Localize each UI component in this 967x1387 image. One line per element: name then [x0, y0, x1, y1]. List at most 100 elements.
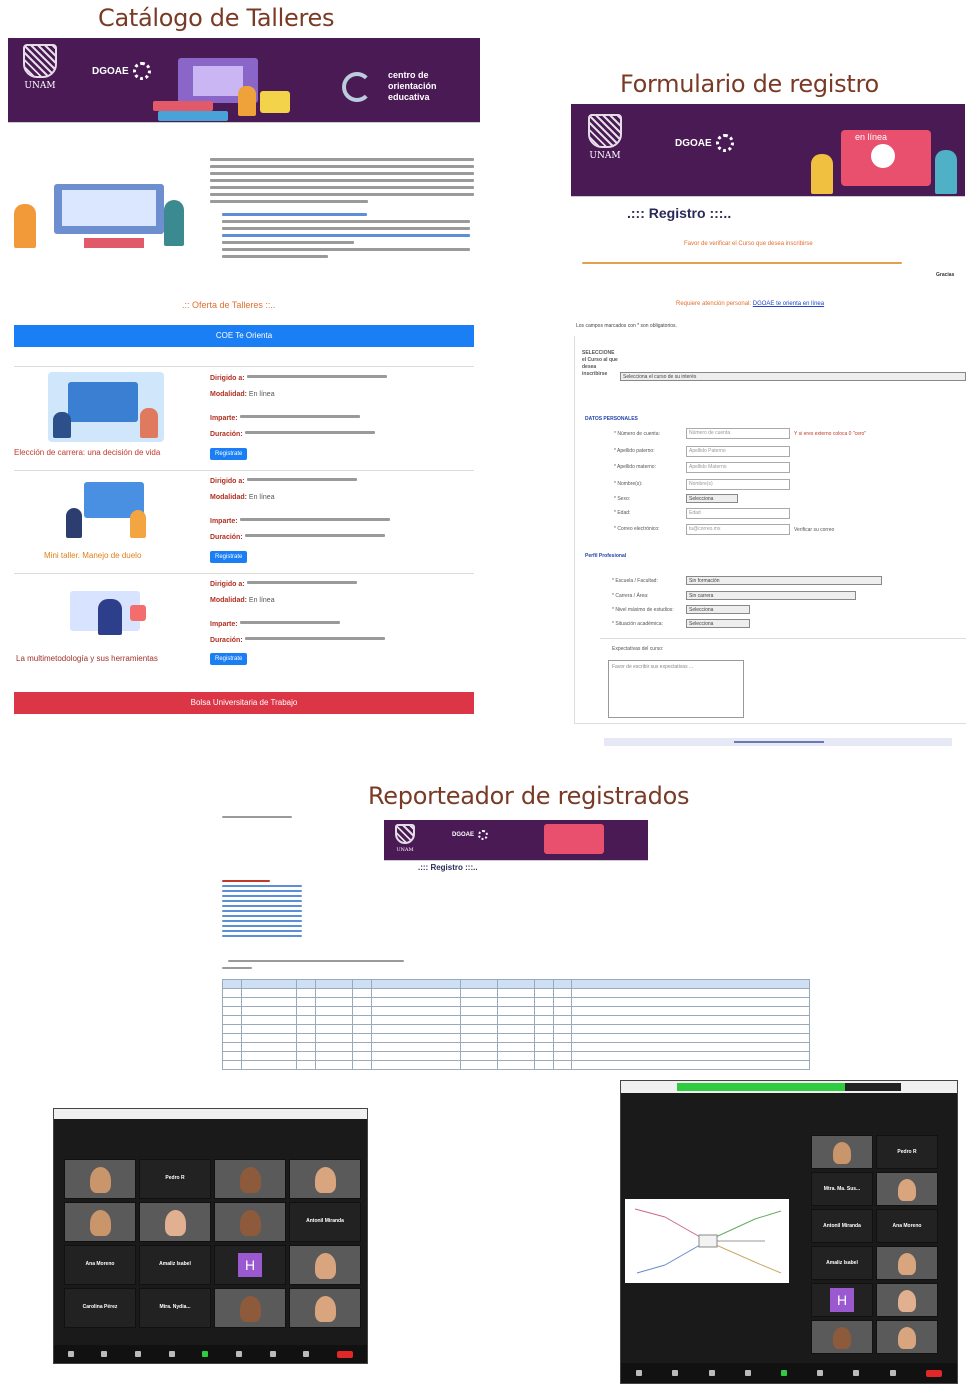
reactions-icon[interactable]: [269, 1351, 276, 1357]
avatar: H: [830, 1288, 854, 1312]
participant-tile[interactable]: [876, 1246, 938, 1280]
participant-tile[interactable]: [876, 1320, 938, 1354]
participant-tile[interactable]: [289, 1159, 361, 1199]
participant-tile[interactable]: Carolina Pérez: [64, 1288, 136, 1328]
register-button-1[interactable]: Registrate: [210, 448, 248, 460]
situation-select[interactable]: Selecciona: [686, 619, 750, 628]
participant-tile[interactable]: H: [214, 1245, 286, 1285]
attention-link[interactable]: DGOAE te orienta en línea: [753, 301, 824, 307]
coe-te-orienta-button[interactable]: COE Te Orienta: [14, 325, 474, 347]
dgoae-logo: DGOAE: [92, 62, 151, 80]
career-select[interactable]: Sin carrera: [686, 591, 856, 600]
level-label: * Nivel máximo de estudios:: [612, 607, 674, 613]
maternal-input[interactable]: Apellido Materno: [686, 462, 790, 473]
video-icon[interactable]: [672, 1370, 679, 1376]
end-call-button[interactable]: [925, 1369, 942, 1377]
chat-icon[interactable]: [168, 1351, 175, 1357]
participant-tile[interactable]: [811, 1320, 873, 1354]
participant-video: [89, 1209, 111, 1237]
gear-icon: [478, 830, 489, 840]
participant-tile[interactable]: Amaliz Isabel: [139, 1245, 211, 1285]
participant-video: [898, 1252, 916, 1276]
participant-tile[interactable]: Antonil Miranda: [289, 1202, 361, 1242]
school-select[interactable]: Sin formación: [686, 576, 882, 585]
workshop-caption-2[interactable]: Mini taller. Manejo de duelo: [44, 551, 141, 560]
participant-name: Ana Moreno: [85, 1261, 115, 1268]
participant-tile[interactable]: Ana Moreno: [876, 1209, 938, 1243]
email-input[interactable]: tu@correo.mx: [686, 524, 790, 535]
participants-icon[interactable]: [135, 1351, 142, 1357]
register-button-2[interactable]: Registrate: [210, 551, 248, 563]
table-header-row: [222, 979, 810, 989]
participants-icon[interactable]: [708, 1370, 715, 1376]
participant-tile[interactable]: [214, 1288, 286, 1328]
stop-share-badge[interactable]: [845, 1083, 901, 1091]
report-banner: UNAM DGOAE .::: Registro :::..: [384, 820, 648, 876]
participant-tile[interactable]: [214, 1202, 286, 1242]
reactions-icon[interactable]: [853, 1370, 860, 1376]
separator: [14, 470, 474, 471]
participant-tile[interactable]: Pedro R: [139, 1159, 211, 1199]
record-icon[interactable]: [817, 1370, 824, 1376]
register-button-3[interactable]: Registrate: [210, 653, 248, 665]
video-call-left: Pedro R Antonil Miranda Ana Moreno Amaliz I…: [53, 1108, 368, 1364]
workshop-caption-3[interactable]: La multimetodología y sus herramientas: [16, 654, 158, 663]
mute-icon[interactable]: [636, 1370, 643, 1376]
participant-tile[interactable]: [811, 1135, 873, 1169]
call-toolbar: [54, 1345, 367, 1363]
workshop-caption-1[interactable]: Elección de carrera: una decisión de vid…: [14, 448, 160, 457]
participant-tile[interactable]: Ana Moreno: [64, 1245, 136, 1285]
participant-tile[interactable]: [289, 1245, 361, 1285]
sex-select[interactable]: Selecciona: [686, 494, 738, 503]
participant-tile[interactable]: H: [811, 1283, 873, 1317]
career-illustration: [48, 372, 164, 442]
participant-tile[interactable]: [289, 1288, 361, 1328]
participant-tile[interactable]: Pedro R: [876, 1135, 938, 1169]
participant-tile[interactable]: [214, 1159, 286, 1199]
share-screen-icon[interactable]: [202, 1351, 209, 1357]
participant-tile[interactable]: [876, 1172, 938, 1206]
maternal-label: * Apellido materno:: [614, 464, 656, 470]
name-input[interactable]: Nombre(s): [686, 479, 790, 490]
age-input[interactable]: Edad: [686, 508, 790, 519]
apps-icon[interactable]: [889, 1370, 896, 1376]
separator: [14, 366, 474, 367]
mute-icon[interactable]: [67, 1351, 74, 1357]
account-input[interactable]: Número de cuenta: [686, 428, 790, 439]
workshop-details-2: Dirigido a: Modalidad: En línea Imparte:…: [210, 477, 470, 549]
intro-text: [210, 158, 474, 262]
paternal-input[interactable]: Apellido Paterno: [686, 446, 790, 457]
school-label: * Escuela / Facultad:: [612, 578, 658, 584]
situation-label: * Situación académica:: [612, 621, 663, 627]
course-select[interactable]: Selecciona el curso de su interés: [620, 372, 966, 381]
participant-name: Antonil Miranda: [306, 1218, 344, 1225]
participant-tile[interactable]: Amaliz Isabel: [811, 1246, 873, 1280]
record-icon[interactable]: [236, 1351, 243, 1357]
participant-tile[interactable]: [64, 1202, 136, 1242]
participant-name: Amaliz Isabel: [159, 1261, 191, 1268]
participant-tile[interactable]: [64, 1159, 136, 1199]
share-screen-icon[interactable]: [780, 1370, 787, 1376]
dgoae-logo: DGOAE: [675, 134, 734, 152]
table-row: [222, 988, 810, 998]
participant-name: Amaliz Isabel: [826, 1259, 858, 1266]
participant-tile[interactable]: [139, 1202, 211, 1242]
required-note: Los campos marcados con * son obligatori…: [576, 323, 677, 329]
participant-tile[interactable]: Mtra. Ma. Sus...: [811, 1172, 873, 1206]
participant-tile[interactable]: Mtra. Nydia...: [139, 1288, 211, 1328]
level-select[interactable]: Selecciona: [686, 605, 750, 614]
chat-icon[interactable]: [744, 1370, 751, 1376]
apps-icon[interactable]: [303, 1351, 310, 1357]
participant-tile[interactable]: [876, 1283, 938, 1317]
participant-tile[interactable]: Antonil Miranda: [811, 1209, 873, 1243]
end-call-button[interactable]: [337, 1350, 354, 1358]
methodology-illustration: [60, 585, 156, 645]
participant-video: [239, 1166, 261, 1194]
report-banner-bar: .::: Registro :::..: [384, 860, 648, 876]
expectations-textarea[interactable]: Favor de escribir sus expectativas ...: [608, 660, 744, 718]
video-icon[interactable]: [101, 1351, 108, 1357]
bolsa-trabajo-button[interactable]: Bolsa Universitaria de Trabajo: [14, 692, 474, 714]
gear-icon: [715, 134, 734, 152]
participant-name: Antonil Miranda: [823, 1222, 861, 1229]
form-footer-bar: [604, 738, 952, 746]
